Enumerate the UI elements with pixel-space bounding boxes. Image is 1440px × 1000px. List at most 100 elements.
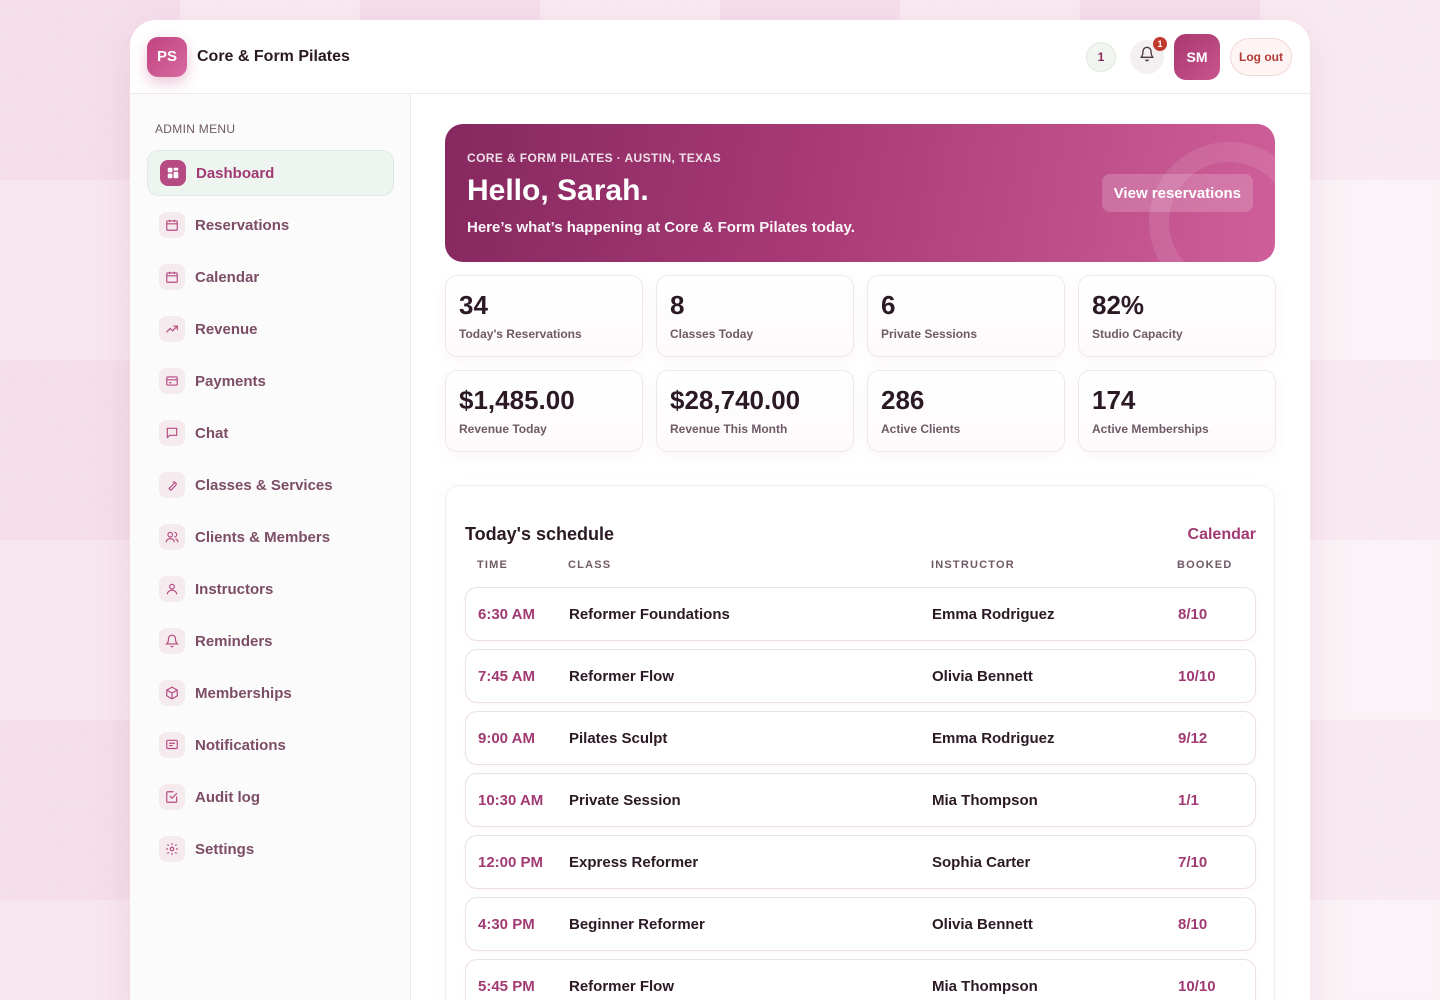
sidebar-item-payments[interactable]: Payments <box>147 358 394 404</box>
sidebar-item-label: Payments <box>195 372 266 390</box>
column-instructor: INSTRUCTOR <box>931 559 1015 571</box>
stat-card: 34 Today's Reservations <box>445 275 643 357</box>
row-instructor: Olivia Bennett <box>932 915 1033 933</box>
sidebar-item-revenue[interactable]: Revenue <box>147 306 394 352</box>
table-row[interactable]: 9:00 AM Pilates Sculpt Emma Rodriguez 9/12 <box>465 711 1256 765</box>
row-instructor: Mia Thompson <box>932 791 1038 809</box>
row-time: 5:45 PM <box>478 977 535 995</box>
sidebar-item-chat[interactable]: Chat <box>147 410 394 456</box>
sidebar-item-memberships[interactable]: Memberships <box>147 670 394 716</box>
stat-label: Revenue Today <box>459 422 547 436</box>
stat-value: 6 <box>881 290 896 320</box>
row-instructor: Emma Rodriguez <box>932 729 1055 747</box>
dashboard-icon <box>160 160 186 186</box>
sidebar-item-label: Reservations <box>195 216 290 234</box>
brand-name: Core & Form Pilates <box>197 47 350 65</box>
row-booked: 8/10 <box>1178 605 1208 623</box>
card-icon <box>159 368 185 394</box>
row-time: 12:00 PM <box>478 853 544 871</box>
sidebar-item-audit-log[interactable]: Audit log <box>147 774 394 820</box>
table-row[interactable]: 7:45 AM Reformer Flow Olivia Bennett 10/10 <box>465 649 1256 703</box>
row-time: 6:30 AM <box>478 605 535 623</box>
menu-title: ADMIN MENU <box>155 122 236 136</box>
calendar-link[interactable]: Calendar <box>1188 526 1256 544</box>
sidebar-item-label: Reminders <box>195 632 273 650</box>
row-time: 9:00 AM <box>478 729 535 747</box>
trend-icon <box>159 316 185 342</box>
sidebar: ADMIN MENU Dashboard Reservations Calendar… <box>130 94 411 1000</box>
stat-card: 8 Classes Today <box>656 275 854 357</box>
stat-label: Today's Reservations <box>459 327 582 341</box>
sidebar-item-clients-members[interactable]: Clients & Members <box>147 514 394 560</box>
row-class: Private Session <box>569 791 681 809</box>
bell-icon <box>1139 46 1155 67</box>
schedule-rows: 6:30 AM Reformer Foundations Emma Rodrigue… <box>465 587 1256 1000</box>
row-booked: 10/10 <box>1178 977 1216 995</box>
stat-label: Active Clients <box>881 422 961 436</box>
welcome-banner: CORE & FORM PILATES · AUSTIN, TEXAS Hell… <box>445 124 1275 262</box>
sidebar-item-label: Settings <box>195 840 255 858</box>
main-content: CORE & FORM PILATES · AUSTIN, TEXAS Hell… <box>445 124 1276 1000</box>
wrench-icon <box>159 472 185 498</box>
sidebar-item-instructors[interactable]: Instructors <box>147 566 394 612</box>
sidebar-item-settings[interactable]: Settings <box>147 826 394 872</box>
sidebar-item-reminders[interactable]: Reminders <box>147 618 394 664</box>
row-class: Beginner Reformer <box>569 915 705 933</box>
user-avatar[interactable]: SM <box>1174 33 1221 80</box>
sidebar-item-label: Clients & Members <box>195 528 331 546</box>
view-reservations-button[interactable]: View reservations <box>1101 174 1253 212</box>
logout-button[interactable]: Log out <box>1230 37 1292 76</box>
row-instructor: Olivia Bennett <box>932 667 1033 685</box>
row-booked: 9/12 <box>1178 729 1208 747</box>
brand-logo[interactable]: PS <box>147 36 187 77</box>
notifications-button[interactable]: 1 <box>1130 36 1168 74</box>
stat-value: 8 <box>670 290 685 320</box>
sidebar-item-label: Classes & Services <box>195 476 333 494</box>
sidebar-item-reservations[interactable]: Reservations <box>147 202 394 248</box>
row-instructor: Emma Rodriguez <box>932 605 1055 623</box>
stats-grid: 34 Today's Reservations 8 Classes Today 6 Pri… <box>445 275 1276 452</box>
banner-subtitle: Here’s what’s happening at Core & Form P… <box>467 219 855 236</box>
stat-card: 174 Active Memberships <box>1078 370 1276 452</box>
stat-value: $1,485.00 <box>459 385 575 415</box>
sidebar-item-calendar[interactable]: Calendar <box>147 254 394 300</box>
sidebar-item-dashboard[interactable]: Dashboard <box>147 150 394 196</box>
sidebar-item-notifications[interactable]: Notifications <box>147 722 394 768</box>
sidebar-item-label: Revenue <box>195 320 258 338</box>
stat-label: Studio Capacity <box>1092 327 1183 341</box>
row-time: 4:30 PM <box>478 915 535 933</box>
stat-value: 174 <box>1092 385 1136 415</box>
table-row[interactable]: 10:30 AM Private Session Mia Thompson 1/1 <box>465 773 1256 827</box>
chat-icon <box>159 420 185 446</box>
row-booked: 8/10 <box>1178 915 1208 933</box>
stat-label: Private Sessions <box>881 327 978 341</box>
row-booked: 10/10 <box>1178 667 1216 685</box>
row-class: Express Reformer <box>569 853 699 871</box>
stat-card: 6 Private Sessions <box>867 275 1065 357</box>
stat-label: Revenue This Month <box>670 422 788 436</box>
message-icon <box>159 732 185 758</box>
stat-card: $28,740.00 Revenue This Month <box>656 370 854 452</box>
table-row[interactable]: 4:30 PM Beginner Reformer Olivia Bennett 8/… <box>465 897 1256 951</box>
count-pill[interactable]: 1 <box>1086 41 1117 72</box>
row-instructor: Sophia Carter <box>932 853 1031 871</box>
row-class: Reformer Flow <box>569 667 675 685</box>
sidebar-menu: Dashboard Reservations Calendar Revenue Paym… <box>147 150 394 872</box>
sidebar-item-label: Audit log <box>195 788 260 806</box>
table-row[interactable]: 6:30 AM Reformer Foundations Emma Rodrigue… <box>465 587 1256 641</box>
stat-value: $28,740.00 <box>670 385 801 415</box>
sidebar-item-label: Instructors <box>195 580 274 598</box>
sidebar-item-classes-services[interactable]: Classes & Services <box>147 462 394 508</box>
sidebar-item-label: Notifications <box>195 736 286 754</box>
schedule-header: Today's schedule Calendar <box>465 524 1256 545</box>
stat-value: 82% <box>1092 290 1145 320</box>
sidebar-item-label: Calendar <box>195 268 260 286</box>
row-class: Reformer Flow <box>569 977 675 995</box>
table-row[interactable]: 12:00 PM Express Reformer Sophia Carter 7/1… <box>465 835 1256 889</box>
row-instructor: Mia Thompson <box>932 977 1038 995</box>
sidebar-item-label: Memberships <box>195 684 292 702</box>
top-bar: PS Core & Form Pilates 1 1 SM Log out <box>130 20 1310 94</box>
column-booked: BOOKED <box>1177 559 1233 571</box>
table-row[interactable]: 5:45 PM Reformer Flow Mia Thompson 10/10 <box>465 959 1256 1000</box>
row-class: Reformer Foundations <box>569 605 730 623</box>
